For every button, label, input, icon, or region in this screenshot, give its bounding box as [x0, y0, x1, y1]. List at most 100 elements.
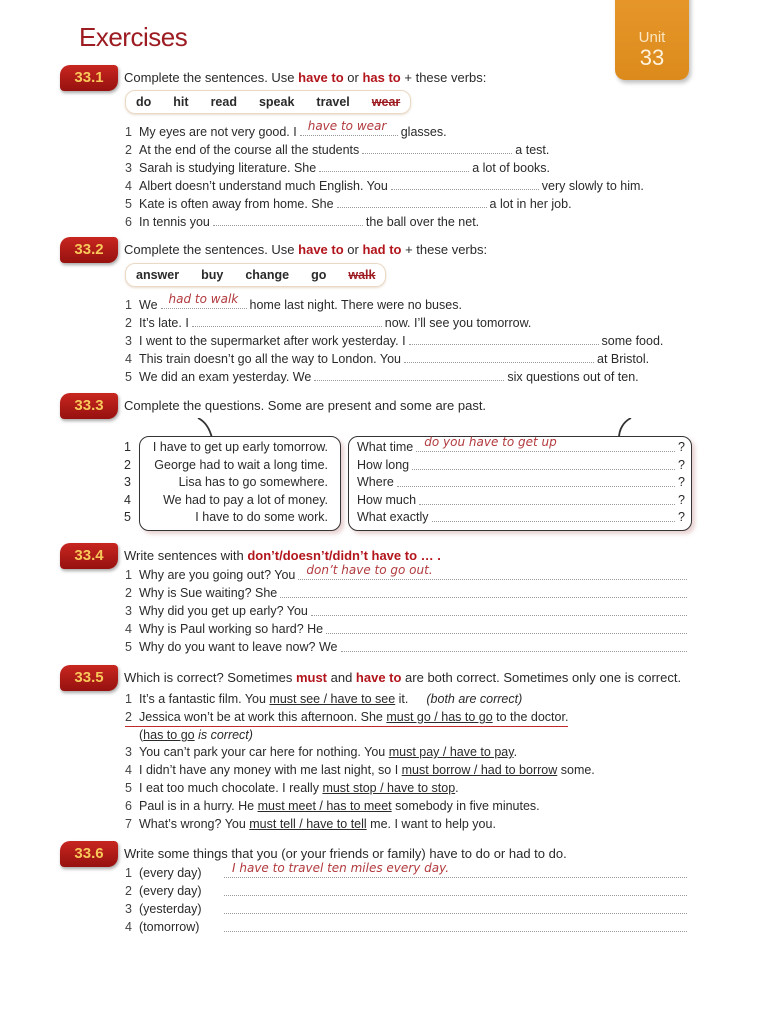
answer-blank[interactable] [224, 883, 687, 896]
item-text: me. I want to help you. [366, 817, 496, 831]
item-text: It’s late. I [139, 316, 189, 330]
item-label: (every day) [139, 866, 202, 880]
item-text: . [455, 781, 459, 795]
word: read [210, 95, 237, 109]
exercise-item: 4 This train doesn’t go all the way to Lo… [125, 350, 649, 368]
exercise-item: 3 Sarah is studying literature. She a lot … [125, 159, 550, 177]
choice-option[interactable]: must go / has to go [386, 710, 492, 724]
item-text: Why do you want to leave now? We [139, 640, 338, 654]
answer-blank[interactable] [408, 332, 599, 345]
answer-blank[interactable]: I have to travel ten miles every day. [224, 861, 687, 878]
item-number: 1 [125, 125, 132, 139]
item-number: 4 [125, 763, 132, 777]
answer-blank[interactable] [326, 621, 687, 634]
item-text: to the doctor. [492, 710, 569, 724]
question-item: What exactly? [357, 509, 685, 527]
exercise-item: 5 Kate is often away from home. She a lot … [125, 195, 572, 213]
item-text: it. [395, 692, 409, 706]
answer-blank[interactable] [412, 457, 676, 470]
answer-blank[interactable] [280, 585, 687, 598]
exercise-item: 1 (every day) I have to travel ten miles e… [125, 861, 690, 882]
item-number: 7 [125, 817, 132, 831]
answer-blank[interactable] [419, 492, 676, 505]
page-title: Exercises [79, 22, 188, 52]
exercise-item: 7 What’s wrong? You must tell / have to t… [125, 816, 496, 833]
answer-blank[interactable]: had to walk [160, 292, 247, 309]
item-text: at Bristol. [597, 352, 650, 366]
answer-blank[interactable]: have to wear [299, 119, 398, 136]
answer-blank[interactable] [212, 213, 363, 226]
answer-blank[interactable] [314, 368, 505, 381]
answer-blank[interactable] [431, 509, 676, 522]
instr-text: Complete the sentences. Use [124, 242, 299, 257]
struck-word: walk [348, 268, 376, 282]
choice-option[interactable]: must meet / has to meet [258, 799, 392, 813]
exercise-item: 5 We did an exam yesterday. We six questio… [125, 368, 639, 386]
item-number: 1 [124, 440, 131, 454]
item-number: 1 [125, 692, 132, 706]
choice-option[interactable]: must tell / have to tell [249, 817, 366, 831]
word: speak [258, 95, 295, 109]
item-number: 5 [124, 510, 131, 524]
answer-blank[interactable] [191, 314, 382, 327]
answer-blank[interactable] [362, 141, 513, 154]
item-number: 2 [124, 457, 131, 472]
exercise-item: 6 In tennis you the ball over the net. [125, 213, 479, 231]
exercise-item: 4 Albert doesn’t understand much English.… [125, 177, 644, 195]
item-number: 4 [125, 352, 132, 366]
example-note: (both are correct) [426, 692, 523, 706]
item-text: You can’t park your car here for nothing… [139, 745, 389, 759]
answer-blank[interactable] [310, 603, 687, 616]
exercise-badge: 33.1 [60, 65, 118, 91]
instr-highlight: must [295, 670, 327, 685]
item-number: 4 [125, 622, 132, 636]
exercise-item: 2 At the end of the course all the studen… [125, 141, 549, 159]
answer-blank[interactable] [390, 177, 539, 190]
item-number: 2 [125, 586, 132, 600]
answer-blank[interactable] [224, 919, 687, 932]
choice-option[interactable]: must see / have to see [269, 692, 395, 706]
item-number: 2 [125, 710, 132, 724]
handwritten-answer: don’t have to go out. [306, 563, 433, 577]
item-text: very slowly to him. [541, 179, 644, 193]
question-text: What time [357, 440, 414, 454]
answer-blank[interactable] [404, 350, 594, 363]
question-item: Where? [357, 474, 685, 492]
exercise-item: 3 (yesterday) [125, 901, 690, 918]
question-item: What time do you have to get up? [357, 435, 685, 457]
choice-option[interactable]: must stop / have to stop [322, 781, 455, 795]
instr-text: or [343, 70, 363, 85]
exercise-item: 4 I didn’t have any money with me last ni… [125, 762, 595, 779]
handwritten-answer: I have to travel ten miles every day. [232, 861, 450, 875]
answer-blank[interactable]: do you have to get up [416, 435, 676, 452]
word-box: answer buy change go walk [125, 263, 387, 287]
answer-blank[interactable] [336, 195, 487, 208]
choice-option[interactable]: must borrow / had to borrow [402, 763, 558, 777]
word: buy [201, 268, 224, 282]
answer-blank[interactable] [319, 159, 470, 172]
note-text: has to go [143, 728, 195, 742]
statements: I have to get up early tomorrow. George … [140, 439, 328, 527]
handwritten-answer: had to walk [168, 292, 239, 306]
exercise-item: 2 (every day) [125, 883, 690, 900]
item-text: the ball over the net. [365, 215, 480, 229]
item-text: Paul is in a hurry. He [139, 799, 258, 813]
exercise-item: 5 I eat too much chocolate. I really must… [125, 780, 459, 797]
answer-blank[interactable] [340, 639, 687, 652]
item-text: It’s a fantastic film. You [139, 692, 270, 706]
item-text: Why is Paul working so hard? He [139, 622, 324, 636]
answer-blank[interactable]: don’t have to go out. [298, 563, 687, 580]
unit-tab: Unit 33 [615, 0, 689, 80]
word: hit [173, 95, 189, 109]
item-number: 4 [125, 920, 132, 934]
unit-label: Unit [638, 29, 666, 46]
instr-text: + these verbs: [400, 70, 487, 85]
item-number: 4 [125, 179, 132, 193]
item-number: 1 [125, 298, 132, 312]
answer-blank[interactable] [224, 901, 687, 914]
item-text: home last night. There were no buses. [249, 298, 462, 312]
exercise-instruction: Complete the sentences. Use have to or h… [124, 70, 486, 85]
choice-option[interactable]: must pay / have to pay [389, 745, 514, 759]
struck-word: wear [371, 95, 401, 109]
answer-blank[interactable] [396, 474, 676, 487]
